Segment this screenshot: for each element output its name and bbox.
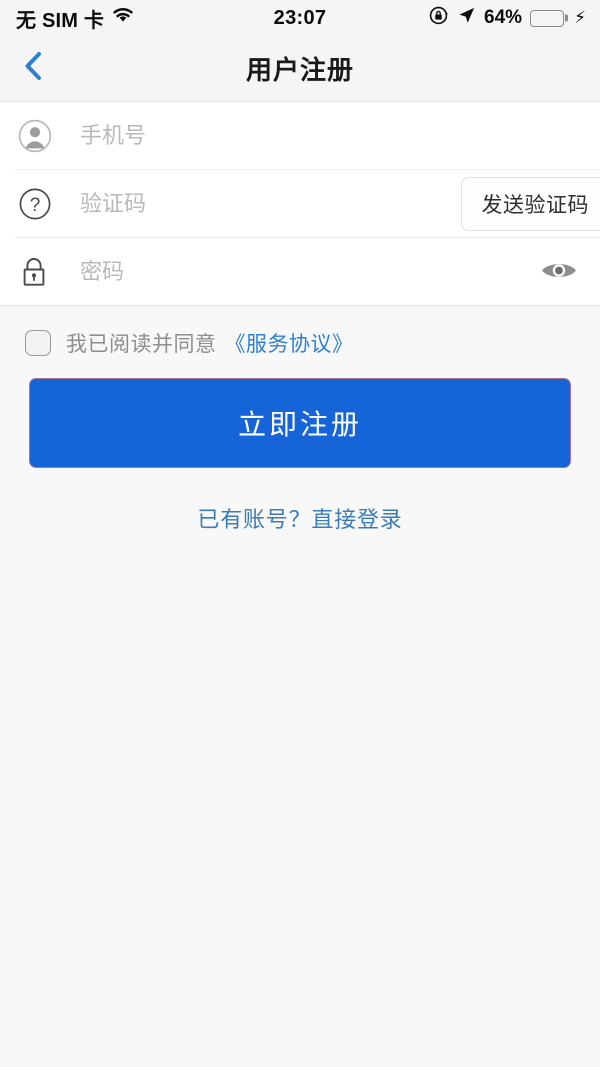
rotation-lock-icon xyxy=(428,5,449,31)
back-button[interactable] xyxy=(0,36,60,101)
svg-text:?: ? xyxy=(30,195,41,216)
agreement-row: 我已阅读并同意 《服务协议》 xyxy=(0,306,600,378)
lock-icon xyxy=(18,255,60,289)
status-bar: 无 SIM 卡 23:07 64% ⚡ xyxy=(0,0,600,36)
page-title: 用户注册 xyxy=(245,55,354,85)
registration-form: ? 发送验证码 xyxy=(0,102,600,306)
person-icon xyxy=(18,119,60,153)
go-to-login-link[interactable]: 已有账号？直接登录 xyxy=(0,502,600,534)
battery-percent-label: 64% xyxy=(484,7,523,28)
toggle-password-visibility-button[interactable] xyxy=(534,252,584,291)
agreement-checkbox[interactable] xyxy=(25,330,51,356)
navigation-bar: 用户注册 xyxy=(0,36,600,102)
phone-input[interactable] xyxy=(80,122,600,149)
verify-code-field-row: ? 发送验证码 xyxy=(0,170,600,237)
send-verification-code-button[interactable]: 发送验证码 xyxy=(460,176,600,231)
password-field-row xyxy=(0,238,600,305)
register-button[interactable]: 立即注册 xyxy=(29,378,571,468)
eye-icon xyxy=(540,258,578,285)
password-input[interactable] xyxy=(80,258,600,285)
agreement-label: 我已阅读并同意 xyxy=(66,333,217,356)
location-arrow-icon xyxy=(457,6,476,30)
status-bar-right: 64% ⚡ xyxy=(428,5,586,31)
lightning-bolt-icon: ⚡ xyxy=(574,8,586,27)
phone-field-row xyxy=(0,102,600,169)
battery-icon xyxy=(530,9,565,27)
service-agreement-link[interactable]: 《服务协议》 xyxy=(225,328,354,358)
question-mark-icon: ? xyxy=(18,187,60,221)
chevron-left-icon xyxy=(20,49,46,88)
